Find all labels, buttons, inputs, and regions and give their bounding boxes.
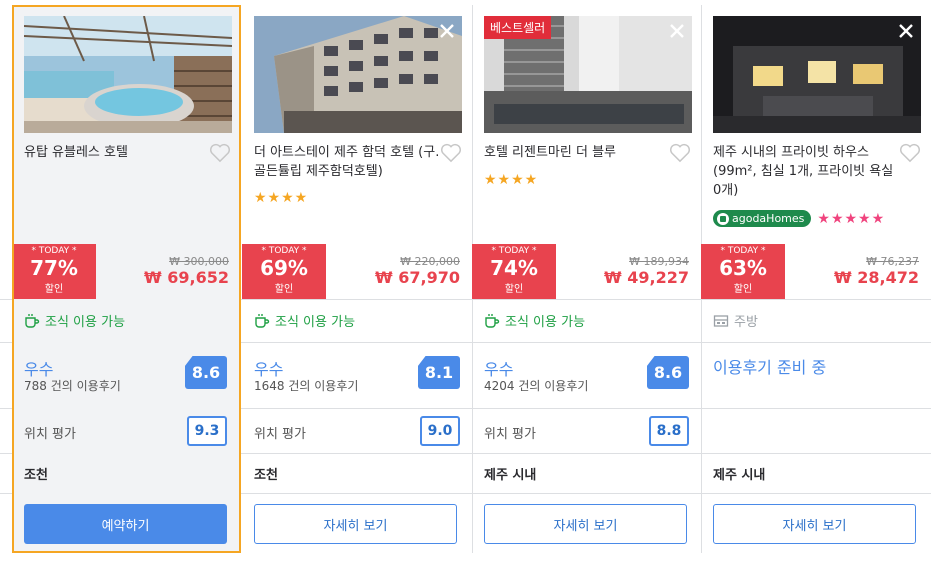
sale-price: ₩ 28,472 [834, 268, 919, 287]
review-count[interactable]: 788 건의 이용후기 [24, 377, 121, 394]
today-label: * TODAY * [31, 246, 77, 256]
star-rating: ★★★★★ [817, 210, 886, 227]
book-button[interactable]: 예약하기 [24, 504, 227, 544]
hotel-card-3[interactable]: 베스트셀러 호텔 리젠트마린 더 블루 ★★★★ * TODAY * 74% 할… [472, 0, 701, 556]
review-score: 8.1 [418, 356, 460, 389]
discount-badge: * TODAY * 77% 할인 [12, 244, 96, 299]
heart-icon[interactable] [440, 143, 462, 163]
perk-breakfast: 조식 이용 가능 [254, 311, 355, 330]
coffee-cup-icon [25, 313, 40, 328]
location-score: 8.8 [649, 416, 689, 446]
perk-label: 주방 [734, 315, 758, 330]
discount-label: 할인 [733, 284, 753, 295]
location-score: 9.3 [187, 416, 227, 446]
home-icon [717, 212, 729, 225]
star-rating: ★★★★ [484, 172, 539, 188]
star-rating: ★★★★ [254, 190, 309, 206]
review-count[interactable]: 4204 건의 이용후기 [484, 377, 588, 394]
heart-icon[interactable] [899, 143, 921, 163]
discount-percent: 69% [260, 256, 308, 280]
coffee-cup-icon [485, 313, 500, 328]
discount-percent: 74% [490, 256, 538, 280]
heart-icon[interactable] [669, 143, 691, 163]
sale-price: ₩ 67,970 [375, 268, 460, 287]
hotel-name[interactable]: 더 아트스테이 제주 함덕 호텔 (구. 골든튤립 제주함덕호텔) [254, 143, 444, 181]
area-label: 조천 [24, 468, 48, 483]
kitchen-icon [713, 314, 729, 327]
original-price: ₩ 220,000 [400, 255, 460, 268]
discount-label: 할인 [274, 284, 294, 295]
review-score: 8.6 [185, 356, 227, 389]
close-icon[interactable] [668, 22, 686, 40]
agoda-homes-label: agodaHomes [732, 212, 805, 225]
perk-label: 조식 이용 가능 [275, 315, 356, 330]
today-label: * TODAY * [720, 246, 766, 256]
heart-icon[interactable] [209, 143, 231, 163]
perk-label: 조식 이용 가능 [45, 315, 126, 330]
hotel-card-1[interactable]: 유탑 유블레스 호텔 * TODAY * 77% 할인 ₩ 300,000 ₩ … [12, 5, 241, 553]
hotel-photo[interactable] [713, 16, 921, 133]
hotel-name[interactable]: 유탑 유블레스 호텔 [24, 143, 214, 162]
discount-percent: 77% [30, 256, 78, 280]
discount-label: 할인 [504, 284, 524, 295]
agoda-homes-row: agodaHomes ★★★★★ [713, 210, 885, 227]
hotel-card-2[interactable]: 더 아트스테이 제주 함덕 호텔 (구. 골든튤립 제주함덕호텔) ★★★★ *… [242, 0, 472, 556]
discount-percent: 63% [719, 256, 767, 280]
hotel-photo[interactable] [24, 16, 232, 133]
coffee-cup-icon [255, 313, 270, 328]
original-price: ₩ 76,237 [866, 255, 919, 268]
original-price: ₩ 300,000 [169, 255, 229, 268]
location-score: 9.0 [420, 416, 460, 446]
area-label: 조천 [254, 468, 278, 483]
reviews-pending: 이용후기 준비 중 [713, 358, 827, 377]
agoda-homes-badge: agodaHomes [713, 210, 812, 227]
details-button[interactable]: 자세히 보기 [254, 504, 457, 544]
review-count[interactable]: 1648 건의 이용후기 [254, 377, 358, 394]
perk-breakfast: 조식 이용 가능 [24, 311, 125, 330]
perk-breakfast: 조식 이용 가능 [484, 311, 585, 330]
hotel-name[interactable]: 호텔 리젠트마린 더 블루 [484, 143, 674, 162]
location-label: 위치 평가 [484, 427, 536, 442]
close-icon[interactable] [897, 22, 915, 40]
area-label: 제주 시내 [484, 468, 537, 483]
discount-badge: * TODAY * 74% 할인 [472, 244, 556, 299]
perk-kitchen: 주방 [713, 311, 758, 330]
discount-badge: * TODAY * 63% 할인 [701, 244, 785, 299]
close-icon[interactable] [438, 22, 456, 40]
today-label: * TODAY * [491, 246, 537, 256]
bestseller-badge: 베스트셀러 [484, 16, 552, 39]
hotel-name[interactable]: 제주 시내의 프라이빗 하우스 (99m², 침실 1개, 프라이빗 욕실 0개… [713, 143, 898, 200]
sale-price: ₩ 69,652 [144, 268, 229, 287]
discount-badge: * TODAY * 69% 할인 [242, 244, 326, 299]
today-label: * TODAY * [261, 246, 307, 256]
perk-label: 조식 이용 가능 [505, 315, 586, 330]
area-label: 제주 시내 [713, 468, 766, 483]
hotel-photo[interactable] [254, 16, 462, 133]
discount-label: 할인 [44, 284, 64, 295]
original-price: ₩ 189,934 [629, 255, 689, 268]
hotel-card-4[interactable]: 제주 시내의 프라이빗 하우스 (99m², 침실 1개, 프라이빗 욕실 0개… [701, 0, 931, 556]
hotel-photo[interactable]: 베스트셀러 [484, 16, 692, 133]
details-button[interactable]: 자세히 보기 [713, 504, 916, 544]
review-score: 8.6 [647, 356, 689, 389]
details-button[interactable]: 자세히 보기 [484, 504, 687, 544]
sale-price: ₩ 49,227 [604, 268, 689, 287]
location-label: 위치 평가 [24, 427, 76, 442]
location-label: 위치 평가 [254, 427, 306, 442]
